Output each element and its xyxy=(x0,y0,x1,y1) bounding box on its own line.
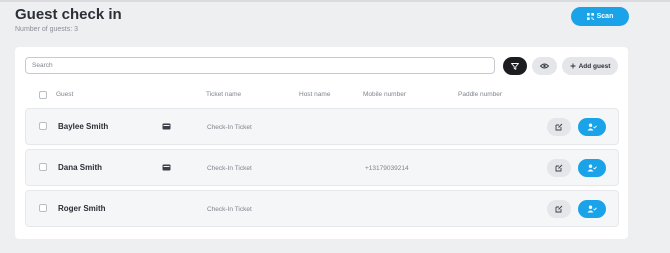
guest-name: Baylee Smith xyxy=(58,122,109,131)
guest-name: Roger Smith xyxy=(58,204,106,213)
ticket-icon xyxy=(162,164,171,171)
ticket-icon xyxy=(162,123,171,130)
guest-list-card: Search Add guest Guest Ticket name Host … xyxy=(15,47,628,239)
user-check-icon xyxy=(587,123,597,131)
eye-icon xyxy=(540,63,549,69)
table-row: Roger Smith Check-In Ticket xyxy=(25,190,619,227)
page-title: Guest check in xyxy=(15,6,122,23)
column-header-host-name: Host name xyxy=(299,91,331,98)
filter-icon xyxy=(511,62,519,70)
column-header-paddle-number: Paddle number xyxy=(458,91,503,98)
user-check-icon xyxy=(587,164,597,172)
qr-code-icon xyxy=(586,13,594,20)
edit-icon xyxy=(555,164,563,172)
edit-icon xyxy=(555,205,563,213)
user-check-icon xyxy=(587,205,597,213)
filter-button[interactable] xyxy=(503,57,527,75)
search-placeholder: Search xyxy=(32,62,53,69)
check-in-guest-button[interactable] xyxy=(578,159,606,177)
table-row: Baylee Smith Check-In Ticket xyxy=(25,108,619,145)
ticket-name: Check-In Ticket xyxy=(207,124,252,131)
plus-icon xyxy=(570,63,576,69)
column-header-guest: Guest xyxy=(56,91,74,98)
add-guest-label: Add guest xyxy=(578,62,611,70)
ticket-name: Check-In Ticket xyxy=(207,165,252,172)
column-header-mobile-number: Mobile number xyxy=(363,91,406,98)
table-row: Dana Smith Check-In Ticket +13179039214 xyxy=(25,149,619,186)
search-input[interactable]: Search xyxy=(25,57,495,74)
check-in-guest-button[interactable] xyxy=(578,200,606,218)
edit-guest-button[interactable] xyxy=(547,200,571,218)
column-header-ticket-name: Ticket name xyxy=(206,91,242,98)
top-divider xyxy=(0,0,670,2)
select-all-checkbox[interactable] xyxy=(39,91,47,99)
scan-button[interactable]: Scan xyxy=(571,7,629,26)
visibility-toggle-button[interactable] xyxy=(532,57,557,75)
edit-icon xyxy=(555,123,563,131)
guest-count: Number of guests: 3 xyxy=(15,26,79,33)
guest-name: Dana Smith xyxy=(58,163,103,172)
mobile-number: +13179039214 xyxy=(365,165,409,172)
edit-guest-button[interactable] xyxy=(547,118,571,136)
add-guest-button[interactable]: Add guest xyxy=(562,57,618,75)
scan-button-label: Scan xyxy=(596,13,614,20)
ticket-name: Check-In Ticket xyxy=(207,206,252,213)
table-header: Guest Ticket name Host name Mobile numbe… xyxy=(25,89,619,101)
check-in-guest-button[interactable] xyxy=(578,118,606,136)
guest-check-in-page: Guest check in Number of guests: 3 Scan … xyxy=(0,0,670,253)
edit-guest-button[interactable] xyxy=(547,159,571,177)
row-checkbox[interactable] xyxy=(39,122,47,130)
row-checkbox[interactable] xyxy=(39,204,47,212)
row-checkbox[interactable] xyxy=(39,163,47,171)
